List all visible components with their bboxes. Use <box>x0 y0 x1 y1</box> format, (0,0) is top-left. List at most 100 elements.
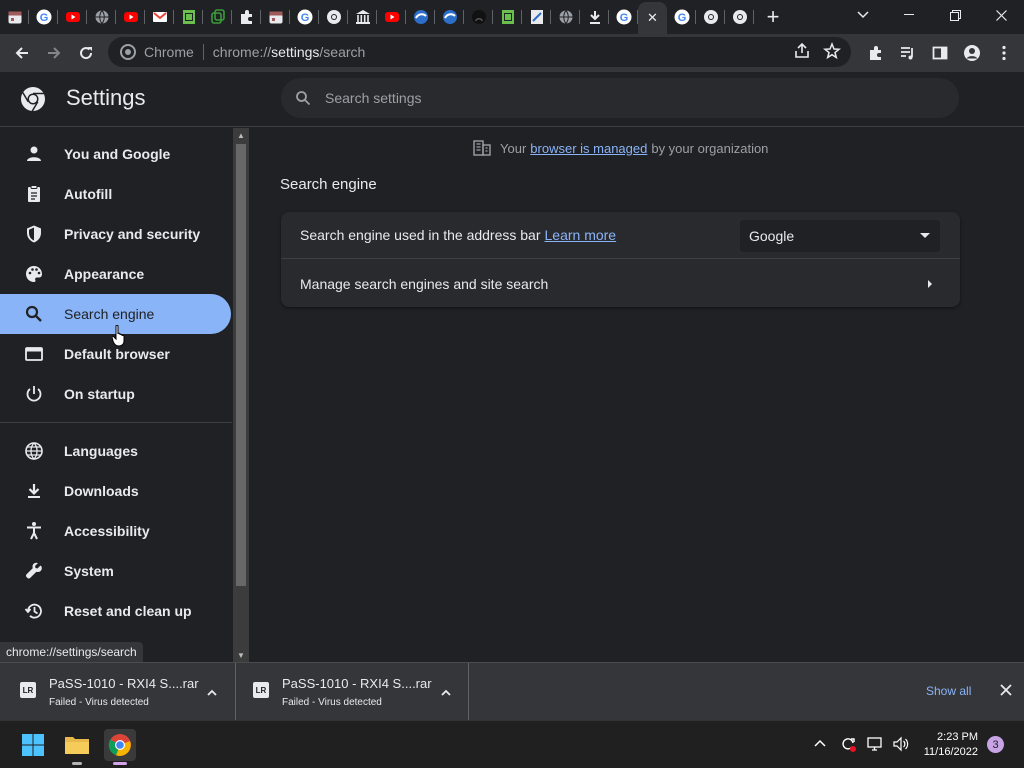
browser-toolbar: Chrome chrome://settings/search <box>0 34 1024 72</box>
file-explorer-button[interactable] <box>61 729 93 765</box>
browser-tab[interactable] <box>551 0 580 34</box>
browser-tab[interactable] <box>696 0 725 34</box>
chevron-up-icon[interactable] <box>206 687 218 699</box>
browser-tab[interactable] <box>464 0 493 34</box>
sidebar-item-reset-and-clean-up[interactable]: Reset and clean up <box>0 591 231 631</box>
close-tab-icon[interactable]: ✕ <box>647 10 658 26</box>
minimize-icon <box>904 14 914 15</box>
volume-icon[interactable] <box>892 735 910 753</box>
sidebar-item-languages[interactable]: Languages <box>0 431 231 471</box>
url-host: settings <box>271 44 320 60</box>
browser-tab[interactable] <box>0 0 29 34</box>
profile-button[interactable] <box>956 37 988 69</box>
tfa-icon <box>413 10 428 24</box>
restore-button[interactable] <box>932 0 978 30</box>
scroll-thumb[interactable] <box>236 144 246 586</box>
browser-tab[interactable] <box>406 0 435 34</box>
browser-tab[interactable] <box>203 0 232 34</box>
browser-tab[interactable] <box>435 0 464 34</box>
start-button[interactable] <box>17 729 49 761</box>
back-button[interactable] <box>6 37 38 69</box>
browser-managed-link[interactable]: browser is managed <box>530 141 647 156</box>
browser-tab[interactable] <box>725 0 754 34</box>
youtube-icon <box>123 12 138 22</box>
search-settings-box[interactable] <box>281 78 959 118</box>
minimize-button[interactable] <box>886 0 932 30</box>
browser-tab[interactable] <box>348 0 377 34</box>
doc-icon <box>530 10 543 24</box>
clock[interactable]: 2:23 PM 11/16/2022 <box>918 730 978 760</box>
scroll-down-arrow-icon[interactable]: ▼ <box>233 648 249 662</box>
address-bar[interactable]: Chrome chrome://settings/search <box>108 37 851 67</box>
menu-button[interactable] <box>988 37 1020 69</box>
url-path: /search <box>319 44 366 60</box>
windows-logo-icon <box>22 734 44 756</box>
system-tray <box>813 735 910 753</box>
close-window-button[interactable] <box>978 0 1024 30</box>
shield-icon <box>24 224 44 244</box>
settings-header: Settings <box>0 72 1024 127</box>
scroll-up-arrow-icon[interactable]: ▲ <box>233 128 249 142</box>
sync-error-icon[interactable] <box>839 735 857 753</box>
sidebar-item-autofill[interactable]: Autofill <box>0 174 231 214</box>
download-item[interactable]: LR PaSS-1010 - RXI4 S....rar Failed - Vi… <box>0 663 236 721</box>
sidebar-item-you-and-google[interactable]: You and Google <box>0 134 231 174</box>
chevron-up-icon[interactable] <box>813 737 827 751</box>
browser-tab[interactable] <box>87 0 116 34</box>
google-icon: G <box>36 9 51 25</box>
nav-divider <box>0 422 232 423</box>
close-icon[interactable] <box>998 682 1014 698</box>
share-icon[interactable] <box>793 42 811 60</box>
media-button[interactable] <box>892 37 924 69</box>
sidebar-item-appearance[interactable]: Appearance <box>0 254 231 294</box>
copy-icon <box>210 9 225 24</box>
show-all-button[interactable]: Show all <box>926 684 971 698</box>
browser-tab[interactable] <box>522 0 551 34</box>
download-item[interactable]: LR PaSS-1010 - RXI4 S....rar Failed - Vi… <box>236 663 469 721</box>
browser-tab[interactable] <box>58 0 87 34</box>
browser-tab[interactable] <box>377 0 406 34</box>
browser-tab[interactable] <box>261 0 290 34</box>
browser-tab[interactable] <box>116 0 145 34</box>
download-shelf: LR PaSS-1010 - RXI4 S....rar Failed - Vi… <box>0 662 1024 721</box>
extension-icon <box>240 10 252 24</box>
chevron-up-icon[interactable] <box>440 687 452 699</box>
extensions-button[interactable] <box>860 37 892 69</box>
side-panel-button[interactable] <box>924 37 956 69</box>
tab-search-button[interactable] <box>840 0 886 30</box>
accessibility-icon <box>24 521 44 541</box>
browser-tab[interactable] <box>319 0 348 34</box>
browser-tab[interactable] <box>493 0 522 34</box>
chrome-taskbar-button[interactable] <box>104 729 136 765</box>
side-panel-icon <box>932 46 948 60</box>
bookmark-star-icon[interactable] <box>823 42 841 60</box>
sidebar-item-privacy-and-security[interactable]: Privacy and security <box>0 214 231 254</box>
managed-prefix: Your <box>500 140 527 156</box>
sidebar-item-system[interactable]: System <box>0 551 231 591</box>
search-engine-select[interactable]: Google <box>740 220 940 252</box>
browser-tab[interactable] <box>174 0 203 34</box>
new-tab-button[interactable]: + <box>758 2 788 32</box>
active-tab[interactable]: ✕ <box>638 2 667 34</box>
sidebar-scrollbar[interactable]: ▲ ▼ <box>233 128 249 662</box>
notification-badge[interactable]: 3 <box>987 736 1004 753</box>
reload-button[interactable] <box>70 37 102 69</box>
sidebar-item-on-startup[interactable]: On startup <box>0 374 231 414</box>
palette-icon <box>24 264 44 284</box>
learn-more-link[interactable]: Learn more <box>545 227 617 243</box>
browser-tab[interactable]: G <box>290 0 319 34</box>
network-icon[interactable] <box>866 735 884 753</box>
rar-file-icon: LR <box>20 682 36 698</box>
browser-tab[interactable]: G <box>667 0 696 34</box>
browser-tab[interactable]: G <box>29 0 58 34</box>
manage-search-engines-row[interactable]: Manage search engines and site search <box>281 260 960 307</box>
browser-tab[interactable]: G <box>609 0 638 34</box>
search-settings-input[interactable] <box>325 90 825 106</box>
sidebar-item-accessibility[interactable]: Accessibility <box>0 511 231 551</box>
sidebar-item-downloads[interactable]: Downloads <box>0 471 231 511</box>
forward-button[interactable] <box>38 37 70 69</box>
browser-tab[interactable] <box>232 0 261 34</box>
github-icon <box>471 10 486 24</box>
browser-tab[interactable] <box>145 0 174 34</box>
browser-tab[interactable] <box>580 0 609 34</box>
